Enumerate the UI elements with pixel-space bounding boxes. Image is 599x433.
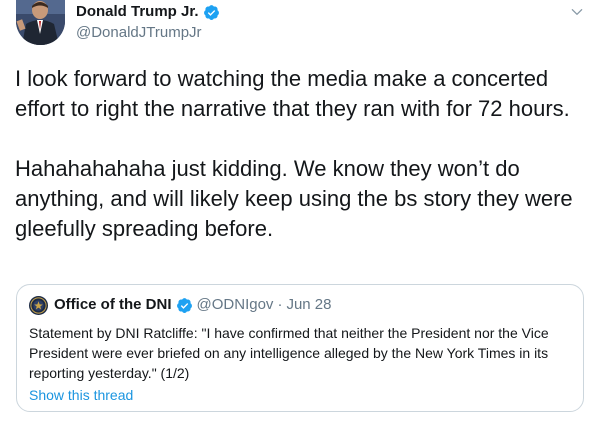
show-this-thread-link[interactable]: Show this thread xyxy=(29,385,133,405)
quoted-date[interactable]: Jun 28 xyxy=(286,295,331,315)
tweet-text: I look forward to watching the media mak… xyxy=(15,64,585,244)
tweet: Donald Trump Jr. @DonaldJTrumpJr I look … xyxy=(0,0,599,433)
quoted-handle[interactable]: @ODNIgov xyxy=(197,295,274,315)
verified-badge-icon xyxy=(203,4,220,21)
author-name-row: Donald Trump Jr. xyxy=(76,2,220,22)
tweet-menu-button[interactable] xyxy=(566,2,588,22)
author-display-name[interactable]: Donald Trump Jr. xyxy=(76,2,199,22)
tweet-paragraph: Hahahahahaha just kidding. We know they … xyxy=(15,156,573,241)
tweet-paragraph: I look forward to watching the media mak… xyxy=(15,66,570,121)
avatar-image xyxy=(16,0,65,45)
verified-badge-icon xyxy=(176,297,193,314)
chevron-down-icon xyxy=(571,9,583,15)
odni-seal-icon xyxy=(29,295,48,315)
quoted-tweet-header: Office of the DNI @ODNIgov · Jun 28 xyxy=(29,295,331,315)
quoted-separator: · xyxy=(277,296,283,313)
quoted-tweet-card[interactable]: Office of the DNI @ODNIgov · Jun 28 Stat… xyxy=(16,284,584,412)
quoted-tweet-text: Statement by DNI Ratcliffe: "I have conf… xyxy=(29,325,549,381)
quoted-author-avatar xyxy=(29,295,48,315)
author-avatar[interactable] xyxy=(16,0,65,45)
quoted-display-name[interactable]: Office of the DNI xyxy=(54,295,172,315)
author-handle[interactable]: @DonaldJTrumpJr xyxy=(76,23,202,43)
